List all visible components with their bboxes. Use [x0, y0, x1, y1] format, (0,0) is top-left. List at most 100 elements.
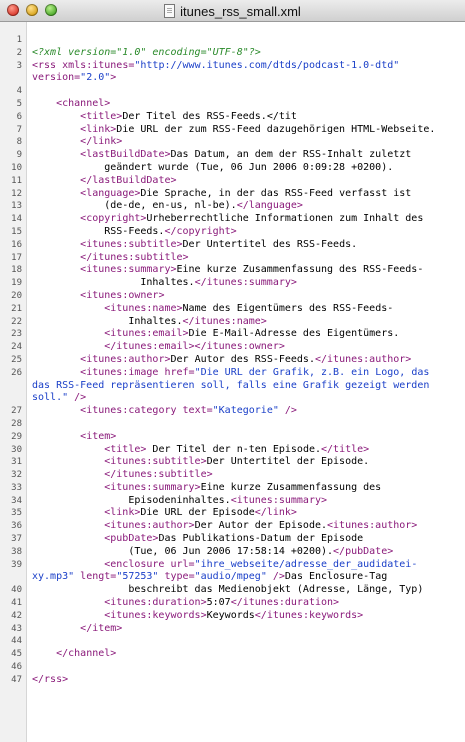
code-line[interactable]: 11 </lastBuildDate> [0, 175, 465, 188]
code-token: </itunes:email></itunes:owner> [104, 341, 285, 353]
code-line[interactable]: 20 <itunes:owner> [0, 290, 465, 303]
code-line[interactable]: 9 <lastBuildDate>Das Datum, an dem der R… [0, 149, 465, 162]
code-line[interactable]: 24 </itunes:email></itunes:owner> [0, 341, 465, 354]
code-token: <link> [104, 507, 141, 519]
code-token: 5:07 [206, 597, 231, 609]
code-line[interactable]: 27 <itunes:category text="Kategorie" /> [0, 405, 465, 418]
code-line[interactable]: 25 <itunes:author>Der Autor des RSS-Feed… [0, 354, 465, 367]
code-line[interactable]: 42 <itunes:keywords>Keywords</itunes:key… [0, 610, 465, 623]
window-titlebar[interactable]: itunes_rss_small.xml [0, 0, 465, 22]
code-token: </itunes:subtitle> [104, 469, 213, 481]
code-line[interactable]: 13 (de-de, en-us, nl-be).</language> [0, 200, 465, 213]
code-token: </lastBuildDate> [80, 174, 177, 186]
code-line[interactable]: 18 <itunes:summary>Eine kurze Zusammenfa… [0, 264, 465, 277]
code-text: <channel> [32, 98, 461, 111]
code-line[interactable]: 1 [0, 34, 465, 47]
code-line[interactable]: 37 <pubDate>Das Publikations-Datum der E… [0, 533, 465, 546]
code-text: RSS-Feeds.</copyright> [32, 226, 461, 239]
code-token: </link> [254, 507, 297, 519]
code-line[interactable]: 23 <itunes:email>Die E-Mail-Adresse des … [0, 328, 465, 341]
code-line[interactable]: 45 </channel> [0, 648, 465, 661]
line-number: 22 [11, 316, 22, 327]
code-text: soll." /> [32, 392, 461, 405]
code-token: <itunes:owner> [80, 289, 165, 301]
code-token: <itunes:subtitle> [104, 456, 207, 468]
code-line[interactable]: 26 <itunes:image href="Die URL der Grafi… [0, 367, 465, 380]
code-token: Eine kurze Zusammenfassung des RSS-Feeds… [176, 264, 424, 276]
code-line[interactable]: 44 [0, 635, 465, 648]
code-token: Das Datum, an dem der RSS-Inhalt zuletzt [170, 149, 412, 161]
code-token: </rss> [32, 673, 69, 685]
code-token: Die URL der Episode [140, 507, 255, 519]
code-text: <title> Der Titel der n-ten Episode.</ti… [32, 444, 461, 457]
code-line[interactable]: 5 <channel> [0, 98, 465, 111]
code-token: </itunes:name> [182, 315, 267, 327]
code-token: Keywords [206, 609, 255, 621]
line-number: 44 [11, 636, 22, 647]
code-line[interactable]: 40 beschreibt das Medienobjekt (Adresse,… [0, 584, 465, 597]
code-text: <item> [32, 431, 461, 444]
code-line[interactable]: 34 Episodeninhaltes.<itunes:summary> [0, 495, 465, 508]
code-line[interactable]: 38 (Tue, 06 Jun 2006 17:58:14 +0200).</p… [0, 546, 465, 559]
code-line[interactable]: 33 <itunes:summary>Eine kurze Zusammenfa… [0, 482, 465, 495]
code-line[interactable]: 15 RSS-Feeds.</copyright> [0, 226, 465, 239]
code-line[interactable]: 3 <rss xmls:itunes="http://www.itunes.com… [0, 60, 465, 73]
code-line[interactable]: 2 <?xml version="1.0" encoding="UTF-8"?> [0, 47, 465, 60]
line-number: 33 [11, 482, 22, 493]
line-number: 34 [11, 495, 22, 506]
code-token: </itunes:author> [314, 353, 412, 365]
code-line[interactable]: 17 </itunes:subtitle> [0, 252, 465, 265]
code-line[interactable]: 46 [0, 661, 465, 674]
code-token: soll." [32, 392, 69, 404]
line-number: 31 [11, 457, 22, 468]
code-line[interactable]: 22 Inhaltes.</itunes:name> [0, 316, 465, 329]
code-line[interactable]: 36 <itunes:author>Der Autor der Episode.… [0, 520, 465, 533]
code-line[interactable]: 30 <title> Der Titel der n-ten Episode.<… [0, 444, 465, 457]
code-line[interactable]: 6 <title>Der Titel des RSS-Feeds.</tit [0, 111, 465, 124]
code-text: <language>Die Sprache, in der das RSS-Fe… [32, 188, 461, 201]
code-token: <itunes:subtitle> [80, 238, 183, 250]
code-token: text= [182, 405, 213, 417]
code-line[interactable]: 39 <enclosure url="ihre_webseite/adresse… [0, 559, 465, 572]
code-line[interactable]: xy.mp3" lengt="57253" type="audio/mpeg" … [0, 571, 465, 584]
code-token: Eine kurze Zusammenfassung des [200, 481, 382, 493]
line-number: 43 [11, 623, 22, 634]
code-text: </item> [32, 623, 461, 636]
code-line[interactable]: 35 <link>Die URL der Episode</link> [0, 507, 465, 520]
code-line[interactable]: 10 geändert wurde (Tue, 06 Jun 2006 0:09… [0, 162, 465, 175]
code-line[interactable]: 16 <itunes:subtitle>Der Untertitel des R… [0, 239, 465, 252]
code-line[interactable]: 28 [0, 418, 465, 431]
code-line[interactable]: 29 <item> [0, 431, 465, 444]
code-token: </title> [321, 443, 370, 455]
line-number: 17 [11, 252, 22, 263]
code-line[interactable]: version="2.0"> [0, 72, 465, 85]
code-token: <?xml version="1.0" encoding="UTF-8"?> [32, 46, 261, 58]
code-token: Das Enclosure-Tag [284, 571, 388, 583]
code-line[interactable]: 31 <itunes:subtitle>Der Untertitel der E… [0, 456, 465, 469]
code-token: /> [68, 392, 87, 404]
code-text: <pubDate>Das Publikations-Datum der Epis… [32, 533, 461, 546]
code-line[interactable]: 43 </item> [0, 623, 465, 636]
code-line[interactable]: 12 <language>Die Sprache, in der das RSS… [0, 188, 465, 201]
code-line[interactable]: 32 </itunes:subtitle> [0, 469, 465, 482]
code-line[interactable]: soll." /> [0, 392, 465, 405]
code-line[interactable]: 41 <itunes:duration>5:07</itunes:duratio… [0, 597, 465, 610]
code-token: Der Titel des RSS-Feeds.</tit [122, 110, 297, 122]
code-editor[interactable]: 1 2 <?xml version="1.0" encoding="UTF-8"?>… [0, 34, 465, 687]
code-line[interactable]: 4 [0, 85, 465, 98]
line-number: 26 [11, 367, 22, 378]
line-number: 9 [16, 150, 22, 161]
code-line[interactable]: 7 <link>Die URL der zum RSS-Feed dazugeh… [0, 124, 465, 137]
code-text: </itunes:email></itunes:owner> [32, 341, 461, 354]
code-line[interactable]: 8 </link> [0, 136, 465, 149]
code-line[interactable]: das RSS-Feed repräsentieren soll, falls … [0, 380, 465, 393]
code-line[interactable]: 19 Inhaltes.</itunes:summary> [0, 277, 465, 290]
code-line[interactable]: 47 </rss> [0, 674, 465, 687]
code-line[interactable]: 21 <itunes:name>Name des Eigentümers des… [0, 303, 465, 316]
code-line[interactable]: 14 <copyright>Urheberrechtliche Informat… [0, 213, 465, 226]
line-number: 6 [16, 111, 22, 122]
